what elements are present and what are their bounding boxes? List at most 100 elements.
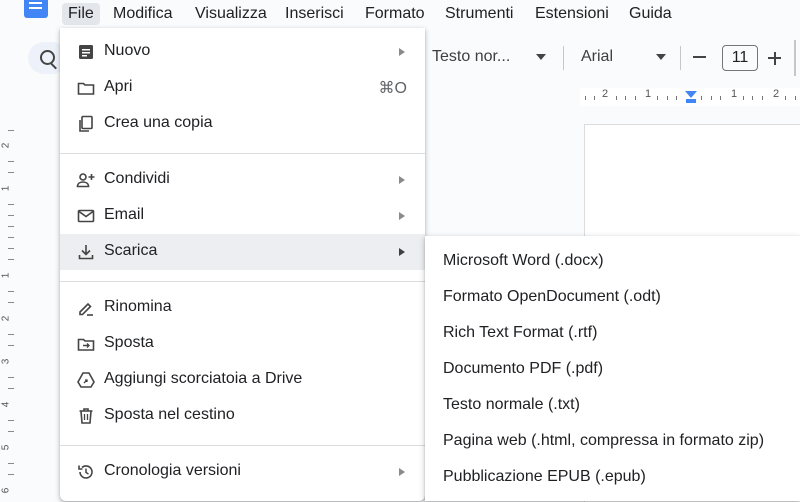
download-rtf[interactable]: Rich Text Format (.rtf) [425,316,800,352]
submenu-arrow-icon [399,468,405,476]
menu-item-label: Apri [104,78,133,95]
download-icon [78,245,94,260]
font-size-input[interactable]: 11 [722,45,758,71]
ruler-tick [676,96,677,100]
toolbar-divider [680,46,681,70]
ruler-tick [8,172,14,173]
download-docx[interactable]: Microsoft Word (.docx) [425,244,800,280]
docs-logo-icon[interactable] [24,0,48,18]
ruler-tick [594,96,595,100]
paragraph-style-select[interactable]: Testo nor... [432,48,510,66]
menu-formato[interactable]: Formato [359,3,431,25]
ruler-tick [785,96,786,100]
decrease-font-size-button[interactable] [693,56,706,58]
trash-icon [79,408,93,424]
ruler-number: 2 [0,315,12,322]
menu-estensioni[interactable]: Estensioni [529,3,615,25]
ruler-tick [8,334,14,335]
download-epub[interactable]: Pubblicazione EPUB (.epub) [425,460,800,496]
menu-modifica[interactable]: Modifica [107,3,179,25]
menu-file[interactable]: File [62,3,100,25]
toolbar-divider [563,46,564,70]
menu-divider [60,153,425,154]
menu-item-rinomina[interactable]: Rinomina [60,290,425,326]
drive-shortcut-icon [77,372,95,388]
ruler-tick [8,204,14,205]
menu-item-sposta[interactable]: Sposta [60,326,425,362]
ruler-tick [8,237,14,238]
submenu-arrow-icon [399,248,405,256]
shortcut-label: ⌘O [378,80,407,97]
menu-inserisci[interactable]: Inserisci [279,3,350,25]
ruler-number: 3 [0,358,12,365]
ruler-tick [8,226,14,227]
submenu-item-label: Testo normale (.txt) [443,396,580,413]
menu-item-apri[interactable]: Apri ⌘O [60,70,425,106]
ruler-number: 6 [0,487,12,494]
download-pdf[interactable]: Documento PDF (.pdf) [425,352,800,388]
email-icon [77,209,95,223]
ruler-tick [743,96,744,100]
ruler-tick [8,291,14,292]
submenu-item-label: Pagina web (.html, compressa in formato … [443,432,765,449]
ruler-number: 1 [645,88,652,100]
folder-icon [77,82,95,95]
search-icon [40,50,55,65]
menu-strumenti[interactable]: Strumenti [439,3,519,25]
download-txt[interactable]: Testo normale (.txt) [425,388,800,424]
menu-item-cestino[interactable]: Sposta nel cestino [60,398,425,434]
ruler-number: 4 [0,401,12,408]
ruler-number: 1 [0,185,12,192]
increase-font-size-button[interactable] [768,51,781,65]
indent-marker-icon[interactable] [685,91,697,98]
menu-item-label: Aggiungi scorciatoia a Drive [104,370,303,387]
menu-item-label: Nuovo [104,42,151,59]
font-family-select[interactable]: Arial [581,48,613,66]
rename-icon [79,302,93,316]
menu-item-label: Email [104,206,145,223]
person-add-icon [76,173,95,188]
menu-item-nuovo[interactable]: Nuovo [60,34,425,70]
menu-item-scarica[interactable]: Scarica [60,234,425,270]
ruler-tick [795,96,796,100]
ruler-tick [8,431,14,432]
menu-item-condividi[interactable]: Condividi [60,162,425,198]
chevron-down-icon[interactable] [656,54,666,60]
ruler-tick [8,474,14,475]
menu-visualizza[interactable]: Visualizza [189,3,273,25]
ruler-tick [8,161,14,162]
first-line-indent-icon[interactable] [686,99,696,103]
vertical-ruler[interactable] [0,110,18,501]
file-menu: Nuovo Apri ⌘O Crea una copia Condividi E… [60,28,425,501]
chevron-down-icon[interactable] [536,54,546,60]
ruler-number: 2 [773,88,780,100]
ruler-tick [667,96,668,100]
ruler-number: 1 [731,88,738,100]
ruler-tick [720,96,721,100]
ruler-tick [635,96,636,100]
toolbar-divider [794,40,796,76]
menu-item-label: Cronologia versioni [104,462,241,479]
download-odt[interactable]: Formato OpenDocument (.odt) [425,280,800,316]
submenu-item-label: Documento PDF (.pdf) [443,360,604,377]
submenu-item-label: Formato OpenDocument (.odt) [443,288,661,305]
submenu-arrow-icon [399,176,405,184]
history-icon [78,465,93,479]
menu-item-scorciatoia-drive[interactable]: Aggiungi scorciatoia a Drive [60,362,425,398]
menu-guida[interactable]: Guida [623,3,678,25]
download-html[interactable]: Pagina web (.html, compressa in formato … [425,424,800,460]
menu-item-cronologia[interactable]: Cronologia versioni [60,454,425,490]
ruler-tick [8,248,14,249]
move-folder-icon [77,338,95,351]
ruler-tick [8,215,14,216]
ruler-tick [8,345,14,346]
ruler-number: 2 [0,142,12,149]
submenu-item-label: Rich Text Format (.rtf) [443,324,598,341]
ruler-tick [585,96,586,100]
menu-item-crea-copia[interactable]: Crea una copia [60,106,425,142]
ruler-tick [8,302,14,303]
menu-item-email[interactable]: Email [60,198,425,234]
submenu-item-label: Microsoft Word (.docx) [443,252,604,269]
copy-icon [79,115,93,132]
menu-item-label: Rinomina [104,298,172,315]
